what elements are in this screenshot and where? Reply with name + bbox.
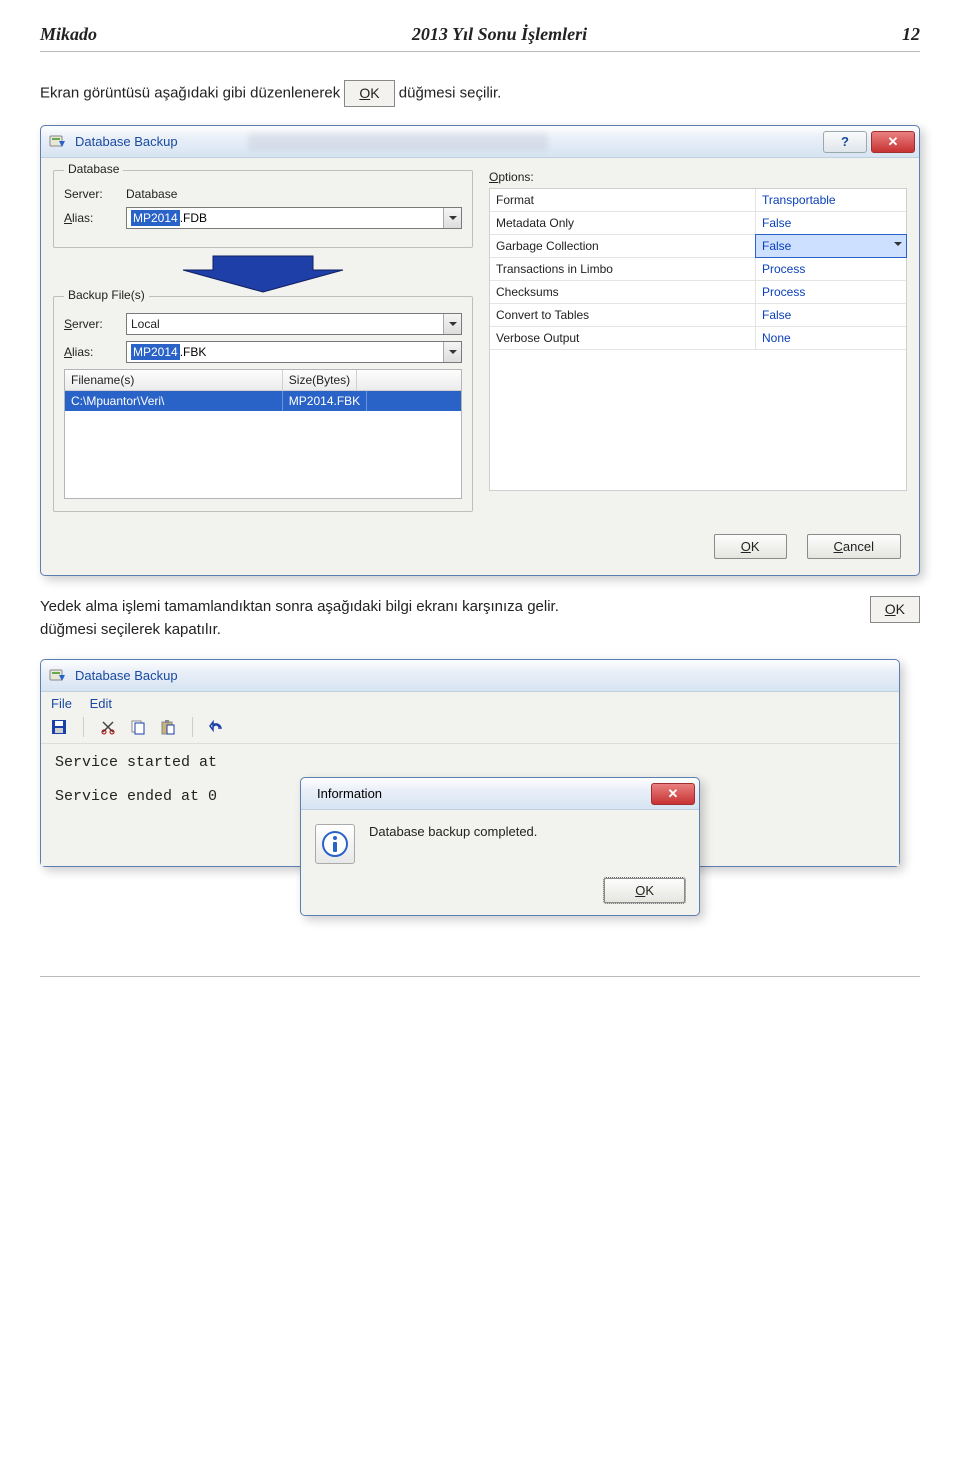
cancel-button[interactable]: Cancel xyxy=(807,534,901,559)
para1-text-b: düğmesi seçilir. xyxy=(399,84,502,101)
toolbar xyxy=(41,713,899,744)
backup-files-group: Backup File(s) Server: Local Alias: MP20… xyxy=(53,296,473,512)
option-row[interactable]: Transactions in LimboProcess xyxy=(490,258,906,281)
option-value[interactable]: Process xyxy=(756,258,906,280)
backup-group-legend: Backup File(s) xyxy=(64,288,149,302)
close-icon: ✕ xyxy=(888,134,899,150)
doc-heading: 2013 Yıl Sonu İşlemleri xyxy=(412,24,587,45)
bk-server-label: Server: xyxy=(64,317,126,331)
option-row[interactable]: Garbage CollectionFalse xyxy=(490,235,906,258)
db-alias-label: Alias: xyxy=(64,211,126,225)
option-row[interactable]: Verbose OutputNone xyxy=(490,327,906,350)
database-backup-icon xyxy=(49,667,67,685)
inline-ok-button: OK xyxy=(344,80,394,107)
file-row-path: C:\Mpuantor\Veri\ xyxy=(65,391,283,411)
save-icon[interactable] xyxy=(49,717,69,737)
information-dialog: Information ✕ Database backup completed.… xyxy=(300,777,700,916)
paste-icon[interactable] xyxy=(158,717,178,737)
ok-button[interactable]: OK xyxy=(604,878,685,903)
bk-server-value: Local xyxy=(131,317,160,331)
chevron-down-icon xyxy=(443,208,461,228)
menu-file[interactable]: File xyxy=(51,696,72,711)
info-message: Database backup completed. xyxy=(369,824,537,864)
bk-server-combo[interactable]: Local xyxy=(126,313,462,335)
info-icon xyxy=(315,824,355,864)
close-button[interactable]: ✕ xyxy=(651,783,695,805)
titlebar: Information ✕ xyxy=(301,778,699,810)
database-backup-dialog: Database Backup ? ✕ Database Server: Dat… xyxy=(40,125,920,576)
db-server-value: Database xyxy=(126,187,177,201)
option-row[interactable]: Metadata OnlyFalse xyxy=(490,212,906,235)
option-value[interactable]: False xyxy=(756,212,906,234)
bk-alias-value: MP2014 xyxy=(131,344,180,360)
para2-text-b: düğmesi seçilerek kapatılır. xyxy=(40,619,860,642)
option-row[interactable]: FormatTransportable xyxy=(490,189,906,212)
doc-footer-rule xyxy=(40,976,920,977)
para1-text-a: Ekran görüntüsü aşağıdaki gibi düzenlene… xyxy=(40,84,344,101)
close-button[interactable]: ✕ xyxy=(871,131,915,153)
option-label: Convert to Tables xyxy=(490,304,756,326)
dialog-title: Information xyxy=(317,786,382,801)
chevron-down-icon xyxy=(443,314,461,334)
help-icon: ? xyxy=(841,134,849,149)
ok-button[interactable]: OK xyxy=(714,534,787,559)
option-value[interactable]: False xyxy=(756,235,906,257)
titlebar: Database Backup xyxy=(41,660,899,692)
db-server-label: Server: xyxy=(64,187,126,201)
option-value[interactable]: None xyxy=(756,327,906,349)
options-grid: FormatTransportableMetadata OnlyFalseGar… xyxy=(489,188,907,491)
paragraph-1: Ekran görüntüsü aşağıdaki gibi düzenlene… xyxy=(40,80,920,107)
menubar: File Edit xyxy=(41,692,899,713)
bk-alias-combo[interactable]: MP2014.FBK xyxy=(126,341,462,363)
doc-page-number: 12 xyxy=(902,24,920,45)
file-col-size: Size(Bytes) xyxy=(283,370,357,390)
paragraph-2: Yedek alma işlemi tamamlandıktan sonra a… xyxy=(40,596,920,641)
option-label: Transactions in Limbo xyxy=(490,258,756,280)
option-value[interactable]: False xyxy=(756,304,906,326)
backup-file-table: Filename(s) Size(Bytes) C:\Mpuantor\Veri… xyxy=(64,369,462,499)
inline-ok-button-2: OK xyxy=(870,596,920,623)
db-alias-combo[interactable]: MP2014.FDB xyxy=(126,207,462,229)
option-row[interactable]: Convert to TablesFalse xyxy=(490,304,906,327)
database-group-legend: Database xyxy=(64,162,123,176)
db-alias-value: MP2014 xyxy=(131,210,180,226)
doc-brand: Mikado xyxy=(40,24,97,45)
chevron-down-icon xyxy=(443,342,461,362)
option-row[interactable]: ChecksumsProcess xyxy=(490,281,906,304)
copy-icon[interactable] xyxy=(128,717,148,737)
help-button[interactable]: ? xyxy=(823,131,867,153)
dialog-title: Database Backup xyxy=(75,134,178,149)
doc-header: Mikado 2013 Yıl Sonu İşlemleri 12 xyxy=(40,24,920,52)
file-row-name: MP2014.FBK xyxy=(283,391,367,411)
bk-alias-label: Alias: xyxy=(64,345,126,359)
database-backup-icon xyxy=(49,133,67,151)
options-label: Options: xyxy=(489,170,907,184)
option-label: Checksums xyxy=(490,281,756,303)
para2-text-a: Yedek alma işlemi tamamlandıktan sonra a… xyxy=(40,596,860,619)
close-icon: ✕ xyxy=(668,786,679,802)
titlebar: Database Backup ? ✕ xyxy=(41,126,919,158)
dialog-title: Database Backup xyxy=(75,668,178,683)
table-row[interactable]: C:\Mpuantor\Veri\ MP2014.FBK xyxy=(65,391,461,411)
blurred-tab-area xyxy=(248,133,548,151)
cut-icon[interactable] xyxy=(98,717,118,737)
option-label: Metadata Only xyxy=(490,212,756,234)
database-group: Database Server: Database Alias: MP2014.… xyxy=(53,170,473,248)
undo-icon[interactable] xyxy=(207,717,227,737)
option-label: Garbage Collection xyxy=(490,235,756,257)
menu-edit[interactable]: Edit xyxy=(90,696,112,711)
option-value[interactable]: Process xyxy=(756,281,906,303)
dialog-footer: OK Cancel xyxy=(41,534,919,575)
option-label: Verbose Output xyxy=(490,327,756,349)
file-col-filename: Filename(s) xyxy=(65,370,283,390)
option-value[interactable]: Transportable xyxy=(756,189,906,211)
option-label: Format xyxy=(490,189,756,211)
